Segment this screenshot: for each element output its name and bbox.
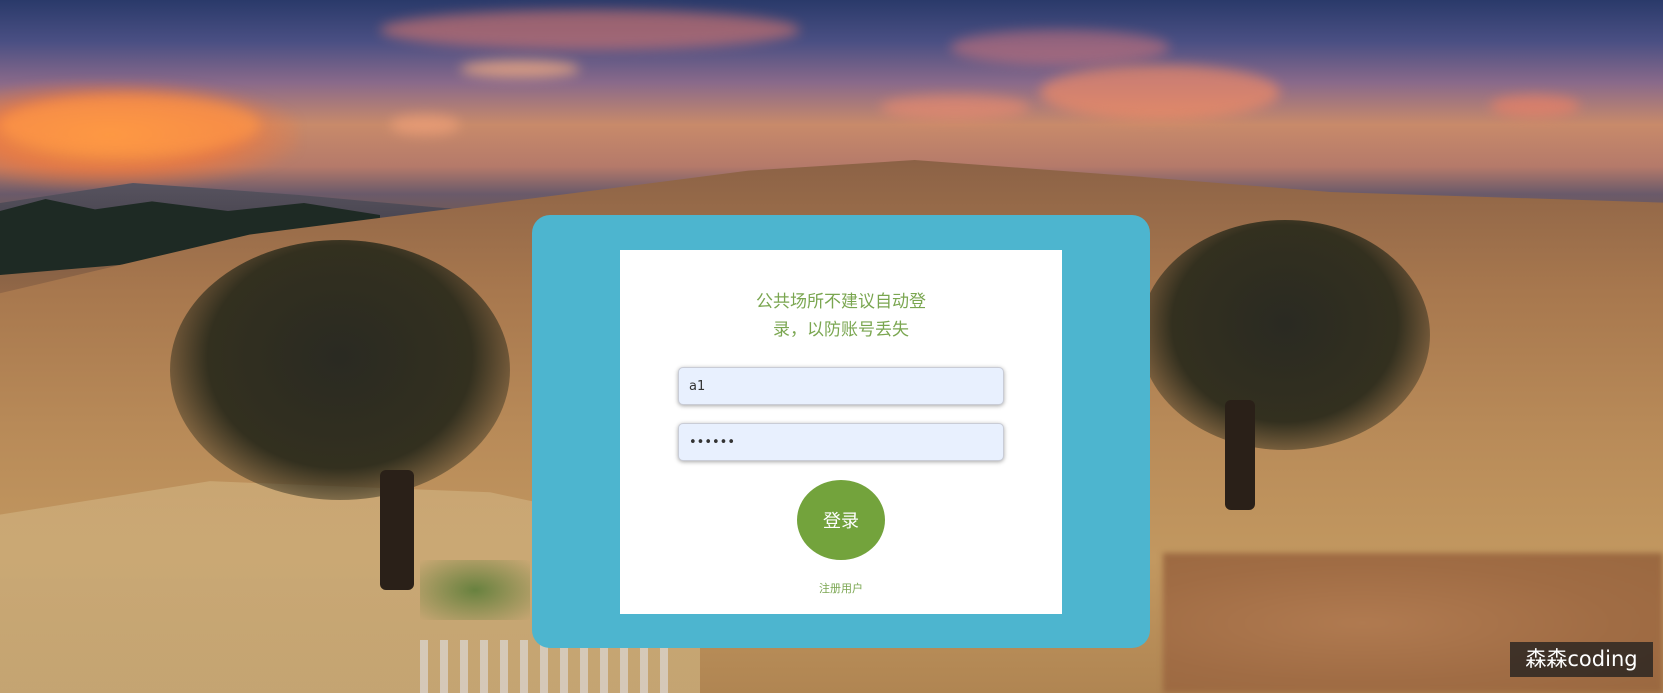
login-notice-line1: 公共场所不建议自动登 <box>756 292 926 312</box>
right-tree-canopy <box>1140 220 1430 450</box>
right-tree-trunk <box>1225 400 1255 510</box>
login-notice-line2: 录，以防账号丢失 <box>773 320 909 340</box>
watermark: 森森coding <box>1510 642 1653 677</box>
green-grass-patch <box>420 560 530 620</box>
cloud <box>1490 95 1580 117</box>
login-button[interactable]: 登录 <box>797 480 885 560</box>
login-form: 公共场所不建议自动登 录，以防账号丢失 登录 注册用户 <box>620 250 1062 614</box>
cloud <box>390 115 460 135</box>
login-page: 公共场所不建议自动登 录，以防账号丢失 登录 注册用户 森森coding <box>0 0 1663 693</box>
register-link[interactable]: 注册用户 <box>620 580 1062 596</box>
cloud <box>1040 65 1280 120</box>
cloud <box>0 95 260 155</box>
left-tree-canopy <box>170 240 510 500</box>
password-input[interactable] <box>678 423 1004 461</box>
cloud <box>460 60 580 78</box>
cloud <box>380 10 800 50</box>
cloud <box>880 95 1030 120</box>
left-tree-trunk <box>380 470 414 590</box>
cloud <box>950 30 1170 65</box>
username-input[interactable] <box>678 367 1004 405</box>
